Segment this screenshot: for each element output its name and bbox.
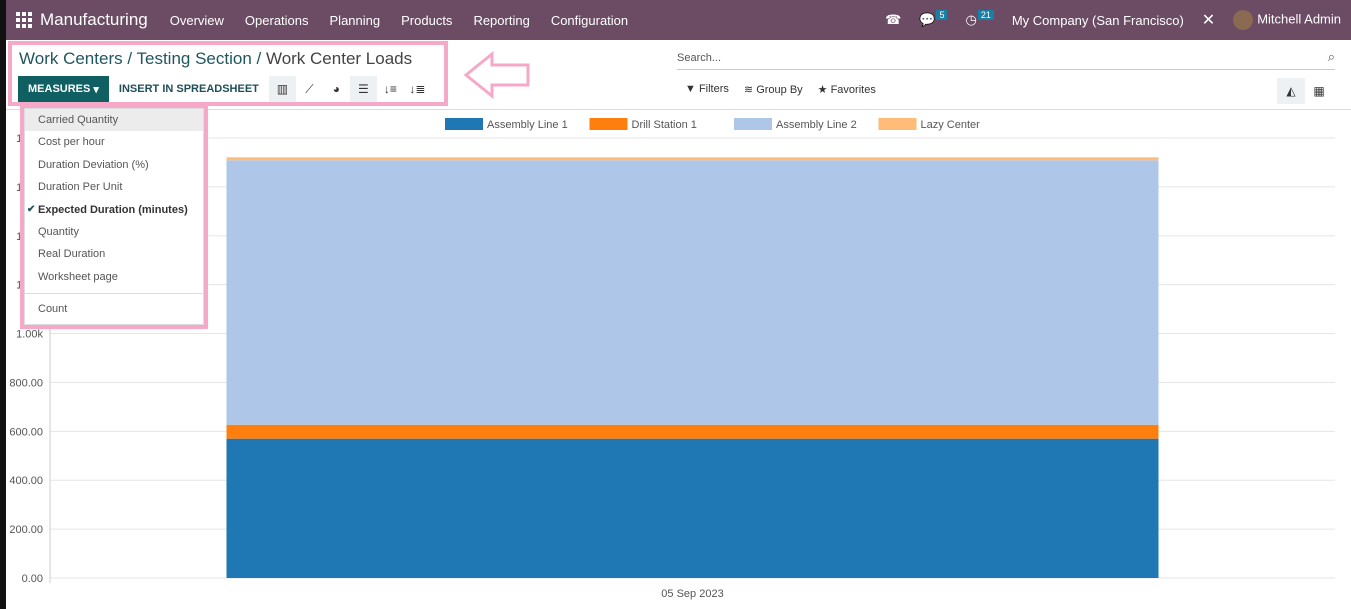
bar-segment[interactable] (226, 157, 1159, 161)
y-tick-label: 200.00 (9, 524, 43, 536)
measure-cost-per-hour[interactable]: Cost per hour (25, 131, 203, 153)
bar-segment[interactable] (226, 438, 1159, 578)
clock-icon: ◷ (965, 12, 977, 27)
y-tick-label: 0.00 (22, 573, 43, 585)
user-name: Mitchell Admin (1257, 11, 1341, 27)
x-tick-label: 05 Sep 2023 (661, 588, 723, 600)
legend-swatch[interactable] (734, 118, 772, 130)
y-tick-label: 1.00k (16, 329, 43, 341)
apps-menu-icon[interactable] (16, 12, 32, 28)
measure-count[interactable]: Count (25, 294, 203, 324)
favorites-button[interactable]: ★ Favorites (818, 83, 876, 96)
bar-segment[interactable] (226, 160, 1159, 425)
y-tick-label: 400.00 (9, 475, 43, 487)
phone-icon[interactable]: ☎ (885, 12, 901, 28)
avatar (1233, 10, 1254, 30)
messages-button[interactable]: 💬 5 (919, 10, 948, 28)
activities-badge: 21 (977, 10, 994, 20)
navbar: Manufacturing Overview Operations Planni… (6, 0, 1351, 40)
y-tick-label: 600.00 (9, 426, 43, 438)
search-placeholder: Search... (677, 52, 722, 64)
legend-label[interactable]: Assembly Line 2 (776, 119, 857, 131)
view-switcher: ◭ ▦ (1277, 78, 1333, 104)
menu-configuration[interactable]: Configuration (551, 13, 628, 28)
legend-label[interactable]: Drill Station 1 (632, 119, 697, 131)
tools-icon[interactable]: ✕ (1202, 10, 1215, 30)
measure-duration-deviation[interactable]: Duration Deviation (%) (25, 154, 203, 176)
measure-worksheet-page[interactable]: Worksheet page (25, 266, 203, 288)
chat-icon: 💬 (919, 12, 936, 27)
legend-swatch[interactable] (878, 118, 917, 130)
measure-label: Expected Duration (minutes) (38, 203, 188, 216)
measure-expected-duration[interactable]: ✔ Expected Duration (minutes) (25, 199, 203, 221)
measure-duration-per-unit[interactable]: Duration Per Unit (25, 176, 203, 198)
highlight-box (8, 41, 448, 106)
favorites-label: Favorites (830, 84, 876, 96)
messages-badge: 5 (936, 10, 948, 20)
annotation-arrow-icon (463, 50, 530, 100)
group-by-label: Group By (756, 84, 803, 96)
pivot-view-icon[interactable]: ▦ (1305, 78, 1333, 104)
measure-quantity[interactable]: Quantity (25, 221, 203, 243)
check-icon: ✔ (27, 203, 36, 215)
app-name[interactable]: Manufacturing (40, 10, 148, 30)
measure-carried-quantity[interactable]: Carried Quantity (25, 109, 203, 132)
menu-reporting[interactable]: Reporting (473, 13, 529, 28)
legend-swatch[interactable] (445, 118, 483, 130)
search-input[interactable]: Search... ⌕ (677, 48, 1335, 70)
y-tick-label: 800.00 (9, 377, 43, 389)
graph-view-icon[interactable]: ◭ (1277, 78, 1305, 104)
menu-products[interactable]: Products (401, 13, 452, 28)
search-options: ▼ Filters ≋ Group By ★ Favorites (685, 83, 876, 96)
user-menu[interactable]: Mitchell Admin (1233, 10, 1341, 30)
legend-label[interactable]: Assembly Line 1 (487, 119, 568, 131)
legend-label[interactable]: Lazy Center (921, 119, 981, 131)
measures-dropdown: Carried Quantity Cost per hour Duration … (24, 108, 204, 326)
filters-button[interactable]: ▼ Filters (685, 83, 729, 96)
menu-overview[interactable]: Overview (170, 13, 224, 28)
search-icon[interactable]: ⌕ (1328, 49, 1335, 65)
menu-operations[interactable]: Operations (245, 13, 309, 28)
bar-segment[interactable] (226, 424, 1159, 439)
legend-swatch[interactable] (589, 118, 628, 130)
activities-button[interactable]: ◷ 21 (965, 10, 994, 28)
group-by-button[interactable]: ≋ Group By (744, 83, 803, 96)
measure-real-duration[interactable]: Real Duration (25, 243, 203, 265)
menu-planning[interactable]: Planning (330, 13, 381, 28)
company-switcher[interactable]: My Company (San Francisco) (1012, 13, 1184, 28)
filters-label: Filters (698, 83, 729, 95)
